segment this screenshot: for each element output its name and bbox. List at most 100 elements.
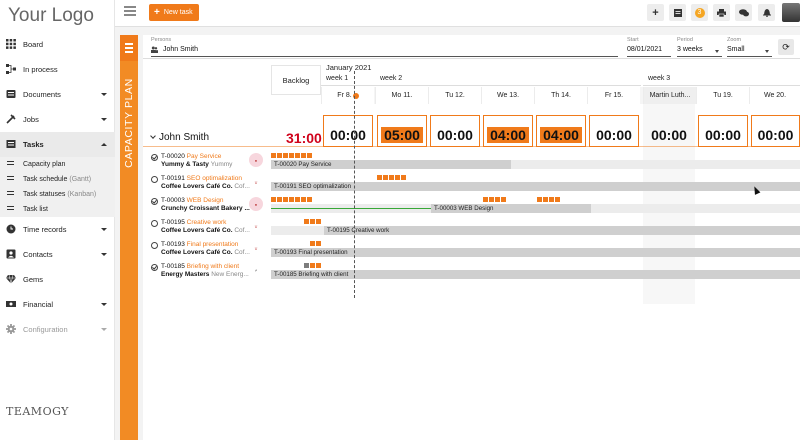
notifications-button[interactable]: 3 (691, 4, 708, 21)
task-row[interactable]: T-00195 Creative work Coffee Lovers Café… (143, 216, 800, 238)
jobs-icon (6, 114, 16, 124)
task-status-check-icon[interactable] (151, 154, 158, 161)
backlog-button[interactable]: Backlog (271, 65, 321, 95)
sidebar-item-time-records[interactable]: Time records (0, 217, 115, 242)
sidebar-item-jobs[interactable]: Jobs (0, 107, 115, 132)
sidebar-item-tasks[interactable]: Tasks (0, 132, 115, 157)
sidebar-item-gems[interactable]: Gems (0, 267, 115, 292)
alerts-button[interactable] (758, 4, 775, 21)
hours-value: 00:00 (330, 127, 366, 143)
task-name: WEB Design (186, 197, 224, 204)
week-label: week 3 (643, 75, 800, 86)
list-icon (7, 206, 14, 213)
task-row[interactable]: T-00191 SEO optimalization Coffee Lovers… (143, 172, 800, 194)
day-hours: 00:00 (589, 115, 639, 147)
work-blocks (483, 197, 506, 202)
printer-icon (717, 8, 726, 17)
sidebar-item-financial[interactable]: Financial (0, 292, 115, 317)
chat-button[interactable] (735, 4, 752, 21)
task-status-check-icon[interactable] (151, 242, 158, 249)
sidebar-item-task-schedule[interactable]: Task schedule (Gantt) (0, 172, 115, 187)
task-status-check-icon[interactable] (151, 220, 158, 227)
menu-icon[interactable] (120, 35, 138, 61)
app-logo[interactable]: Your Logo (8, 5, 94, 27)
task-bar[interactable]: T-00195 Creative work (324, 226, 800, 235)
task-title[interactable]: T-00003 WEB Design (161, 197, 224, 204)
work-blocks (537, 197, 560, 202)
chevron-down-icon (101, 303, 107, 306)
sub-item-label: Task statuses (23, 191, 66, 198)
chevron-down-icon (101, 228, 107, 231)
task-status-check-icon[interactable] (151, 198, 158, 205)
grid-icon (6, 39, 16, 49)
task-bar[interactable]: T-00020 Pay Service (271, 160, 511, 169)
hours-value: 00:00 (651, 127, 687, 143)
sidebar-item-contacts[interactable]: Contacts (0, 242, 115, 267)
sidebar-item-task-statuses[interactable]: Task statuses (Kanban) (0, 187, 115, 202)
task-client: Coffee Lovers Café Co. Cof... (161, 183, 250, 190)
task-title[interactable]: T-00195 Creative work (161, 219, 226, 226)
add-button[interactable]: + (647, 4, 664, 21)
hours-value: 00:00 (757, 127, 794, 143)
task-bar[interactable]: T-00185 Briefing with client (271, 270, 800, 279)
sidebar-item-documents[interactable]: Documents (0, 82, 115, 107)
day-hours: 00:00 (644, 115, 694, 147)
chevron-down-icon (150, 133, 156, 139)
hours-value: 05:00 (381, 127, 423, 143)
refresh-button[interactable]: ⟳ (778, 39, 794, 55)
period-field-underline (677, 56, 722, 57)
day-header-cell: Tu 19. (696, 87, 749, 104)
task-row[interactable]: T-00185 Briefing with client Energy Mast… (143, 260, 800, 282)
refresh-icon: ⟳ (782, 41, 790, 52)
task-title[interactable]: T-00193 Final presentation (161, 241, 238, 248)
work-blocks (310, 241, 321, 246)
task-row[interactable]: T-00020 Pay Service Yummy & Tasty Yummy … (143, 150, 800, 172)
task-status-check-icon[interactable] (151, 176, 158, 183)
sidebar-item-in-process[interactable]: In process (0, 57, 115, 82)
notes-button[interactable] (669, 4, 686, 21)
sidebar-item-task-list[interactable]: Task list (0, 202, 115, 217)
persons-value[interactable]: John Smith (163, 46, 198, 53)
task-id: T-00003 (161, 197, 185, 204)
user-avatar[interactable] (782, 3, 800, 22)
sidebar-item-configuration[interactable]: Configuration (0, 317, 115, 342)
start-date-input[interactable]: 08/01/2021 (627, 46, 662, 53)
person-row-toggle[interactable]: John Smith (150, 132, 210, 143)
tasks-submenu: Capacity plan Task schedule (Gantt) Task… (0, 157, 115, 217)
task-title[interactable]: T-00191 SEO optimalization (161, 175, 242, 182)
period-select[interactable]: 3 weeks (677, 46, 703, 53)
plus-icon: + (154, 7, 160, 18)
task-status-check-icon[interactable] (151, 264, 158, 271)
sidebar-nav: Board In process Documents Jobs Tasks Ca… (0, 32, 115, 342)
task-client: Coffee Lovers Café Co. Cof... (161, 249, 250, 256)
task-row[interactable]: T-00003 WEB Design Crunchy Croissant Bak… (143, 194, 800, 216)
sub-item-extra: (Gantt) (69, 176, 92, 183)
new-task-button[interactable]: + New task (149, 4, 199, 21)
sidebar-item-label: Gems (23, 275, 44, 284)
task-bar[interactable]: T-00191 SEO optimalization (271, 182, 800, 191)
task-title[interactable]: T-00020 Pay Service (161, 153, 221, 160)
zoom-select[interactable]: Small (727, 46, 745, 53)
list-icon (7, 191, 14, 198)
task-title[interactable]: T-00185 Briefing with client (161, 263, 239, 270)
sidebar-item-capacity-plan[interactable]: Capacity plan (0, 157, 115, 172)
print-button[interactable] (713, 4, 730, 21)
plus-icon: + (652, 6, 659, 19)
task-row[interactable]: T-00193 Final presentation Coffee Lovers… (143, 238, 800, 260)
sidebar-item-board[interactable]: Board (0, 32, 115, 57)
task-client: Coffee Lovers Café Co. Cof... (161, 227, 250, 234)
task-bar[interactable]: T-00003 WEB Design (431, 204, 591, 213)
day-header-cell: Fr 8. (321, 87, 374, 104)
person-name: John Smith (159, 132, 210, 143)
client-name: Coffee Lovers Café Co. (161, 183, 233, 190)
chat-icon (738, 8, 749, 16)
client-name: Yummy & Tasty (161, 161, 209, 168)
work-blocks (271, 153, 312, 158)
bell-icon (762, 9, 771, 17)
hamburger-icon[interactable] (124, 6, 136, 18)
task-bar[interactable]: T-00193 Final presentation (271, 248, 800, 257)
documents-icon (6, 90, 16, 98)
start-label: Start (627, 37, 639, 43)
sidebar-item-label: Documents (23, 90, 61, 99)
sidebar-item-label: Configuration (23, 325, 68, 334)
